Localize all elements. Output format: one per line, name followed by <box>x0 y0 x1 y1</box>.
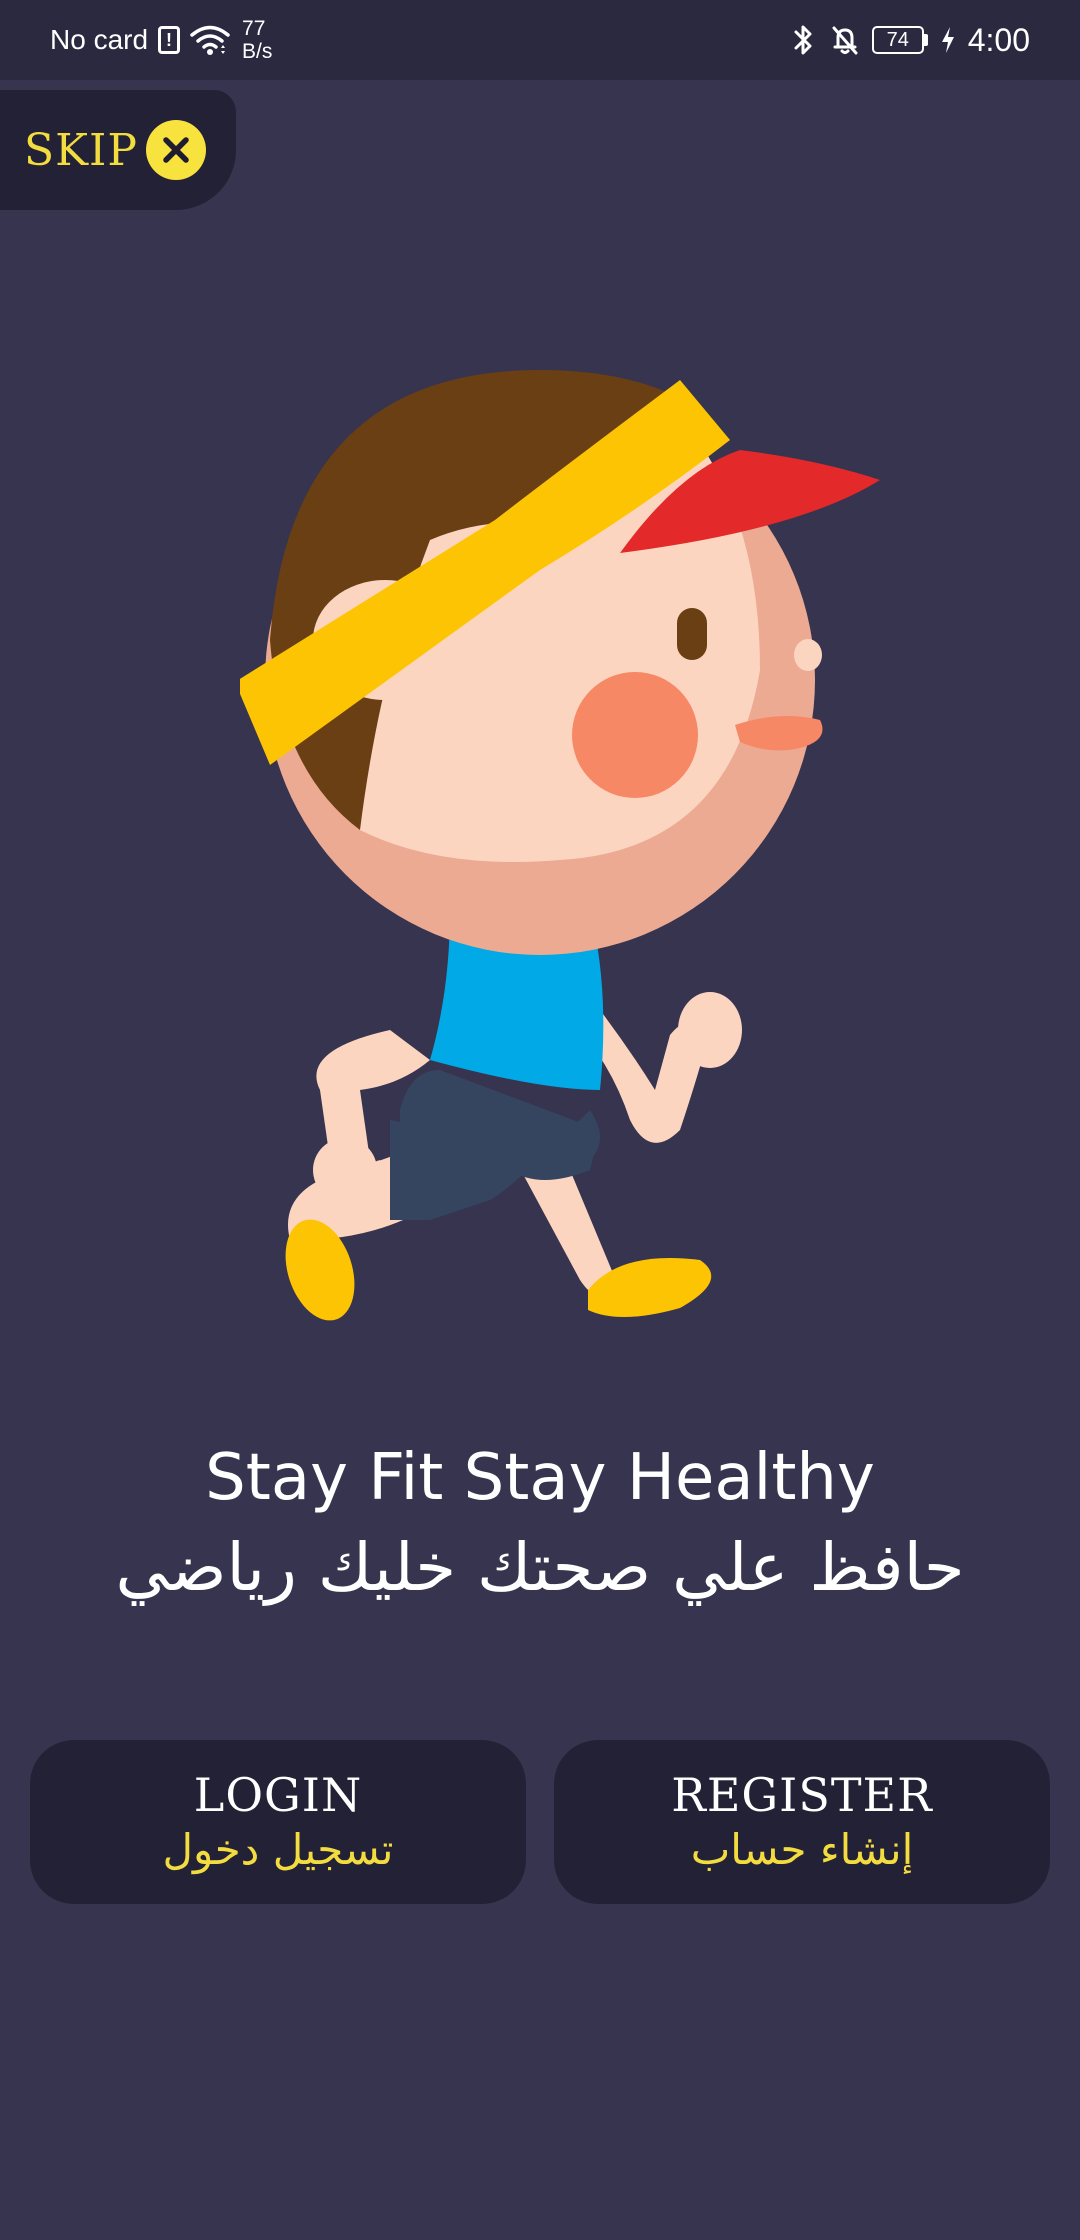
wifi-icon <box>190 25 230 55</box>
register-label-en: REGISTER <box>671 1768 933 1822</box>
runner-illustration <box>240 370 880 1321</box>
battery-tip <box>923 34 928 46</box>
status-bar-right: 74 4:00 <box>788 0 1030 80</box>
login-label-ar: تسجيل دخول <box>162 1825 394 1874</box>
battery-level: 74 <box>871 26 924 54</box>
battery-indicator: 74 <box>871 26 928 54</box>
login-label-en: LOGIN <box>193 1768 363 1822</box>
network-speed-value: 77 <box>242 17 266 40</box>
runner-back-hand <box>313 1138 377 1202</box>
register-label-ar: إنشاء حساب <box>690 1825 914 1874</box>
close-glyph <box>163 137 189 163</box>
close-icon[interactable] <box>146 120 206 180</box>
clock: 4:00 <box>967 21 1030 58</box>
carrier-label: No card <box>50 24 149 55</box>
runner-nose <box>794 639 822 671</box>
charging-icon <box>941 27 954 53</box>
notifications-off-icon <box>832 26 858 55</box>
skip-label: SKIP <box>24 124 138 176</box>
headline-arabic: حافظ علي صحتك خليك رياضي <box>115 1529 965 1606</box>
runner-cheek <box>572 672 698 798</box>
status-bar-left: No card ! 77 B/s <box>50 0 272 80</box>
runner-eye <box>677 608 707 660</box>
register-button[interactable]: REGISTER إنشاء حساب <box>554 1740 1050 1904</box>
network-speed: 77 B/s <box>242 17 272 63</box>
sim-alert-icon: ! <box>158 26 181 54</box>
network-speed-unit: B/s <box>242 40 273 63</box>
skip-button[interactable]: SKIP <box>0 90 236 210</box>
runner-front-hand <box>678 992 742 1068</box>
status-bar: No card ! 77 B/s 74 4:00 <box>0 0 1080 80</box>
login-button[interactable]: LOGIN تسجيل دخول <box>30 1740 526 1904</box>
headline-english: Stay Fit Stay Healthy <box>205 1441 875 1515</box>
bluetooth-icon <box>794 25 812 55</box>
